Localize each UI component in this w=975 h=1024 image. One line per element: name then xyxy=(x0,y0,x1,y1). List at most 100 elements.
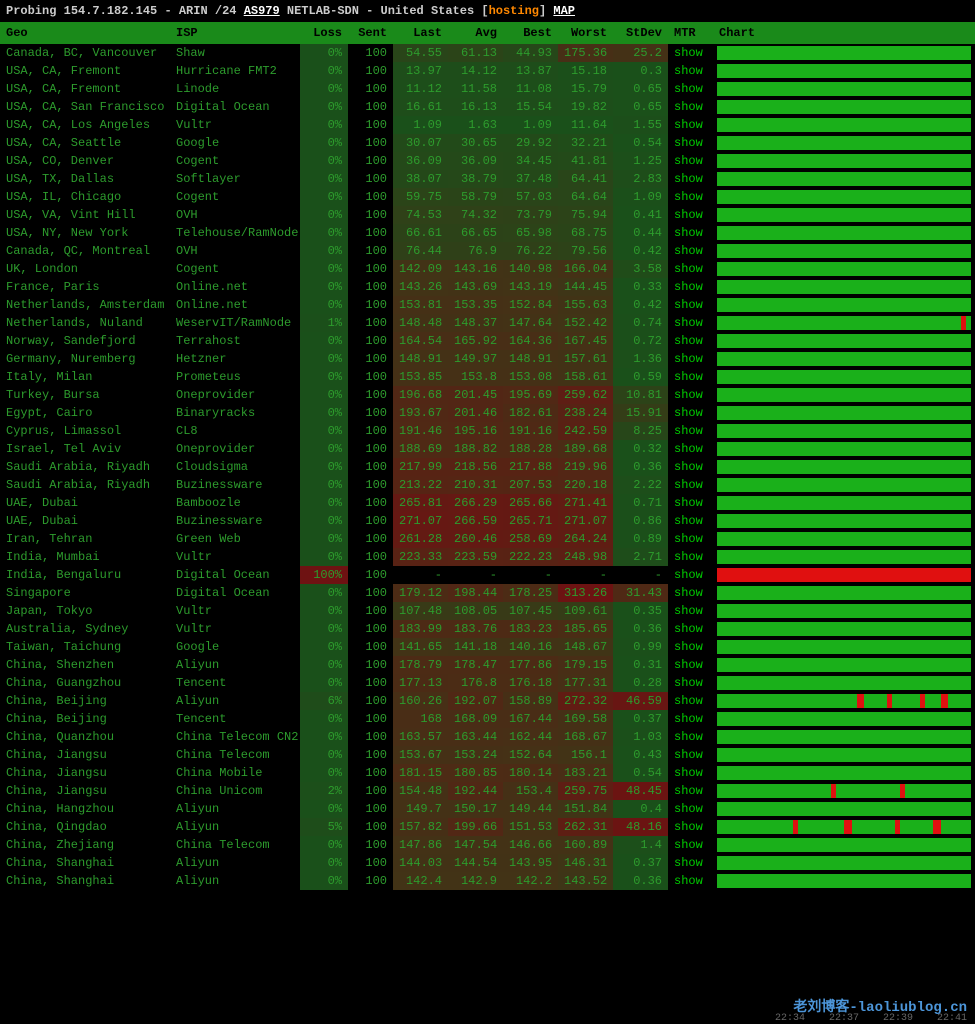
table-row: China, JiangsuChina Telecom0%100153.6715… xyxy=(0,746,975,764)
mtr-show-link[interactable]: show xyxy=(668,674,713,692)
chart-cell xyxy=(713,638,975,656)
table-row: Taiwan, TaichungGoogle0%100141.65141.181… xyxy=(0,638,975,656)
mtr-show-link[interactable]: show xyxy=(668,314,713,332)
mtr-show-link[interactable]: show xyxy=(668,386,713,404)
mtr-show-link[interactable]: show xyxy=(668,836,713,854)
chart-cell xyxy=(713,80,975,98)
col-chart[interactable]: Chart xyxy=(713,22,975,44)
mtr-show-link[interactable]: show xyxy=(668,620,713,638)
mtr-show-link[interactable]: show xyxy=(668,602,713,620)
mtr-show-link[interactable]: show xyxy=(668,422,713,440)
col-avg[interactable]: Avg xyxy=(448,22,503,44)
mtr-show-link[interactable]: show xyxy=(668,80,713,98)
table-row: China, QuanzhouChina Telecom CN20%100163… xyxy=(0,728,975,746)
mtr-show-link[interactable]: show xyxy=(668,134,713,152)
mtr-show-link[interactable]: show xyxy=(668,800,713,818)
chart-cell xyxy=(713,674,975,692)
mtr-show-link[interactable]: show xyxy=(668,404,713,422)
table-row: Turkey, BursaOneprovider0%100196.68201.4… xyxy=(0,386,975,404)
table-row: USA, NY, New YorkTelehouse/RamNode0%1006… xyxy=(0,224,975,242)
probe-ip: 154.7.182.145 xyxy=(64,4,158,18)
table-row: UAE, DubaiBuzinessware0%100271.07266.592… xyxy=(0,512,975,530)
table-row: UAE, DubaiBamboozle0%100265.81266.29265.… xyxy=(0,494,975,512)
chart-cell xyxy=(713,422,975,440)
mtr-show-link[interactable]: show xyxy=(668,98,713,116)
mtr-show-link[interactable]: show xyxy=(668,170,713,188)
mtr-show-link[interactable]: show xyxy=(668,872,713,890)
mtr-show-link[interactable]: show xyxy=(668,566,713,584)
mtr-show-link[interactable]: show xyxy=(668,242,713,260)
col-isp[interactable]: ISP xyxy=(170,22,300,44)
col-worst[interactable]: Worst xyxy=(558,22,613,44)
table-row: China, ShanghaiAliyun0%100142.4142.9142.… xyxy=(0,872,975,890)
mtr-show-link[interactable]: show xyxy=(668,818,713,836)
col-geo[interactable]: Geo xyxy=(0,22,170,44)
col-stdev[interactable]: StDev xyxy=(613,22,668,44)
probe-prefix: Probing xyxy=(6,4,56,18)
mtr-show-link[interactable]: show xyxy=(668,260,713,278)
chart-cell xyxy=(713,458,975,476)
table-row: Italy, MilanPrometeus0%100153.85153.8153… xyxy=(0,368,975,386)
mtr-show-link[interactable]: show xyxy=(668,350,713,368)
chart-cell xyxy=(713,530,975,548)
mtr-show-link[interactable]: show xyxy=(668,440,713,458)
mtr-show-link[interactable]: show xyxy=(668,188,713,206)
table-row: India, BengaluruDigital Ocean100%100----… xyxy=(0,566,975,584)
mtr-show-link[interactable]: show xyxy=(668,782,713,800)
col-best[interactable]: Best xyxy=(503,22,558,44)
chart-cell xyxy=(713,548,975,566)
chart-cell xyxy=(713,260,975,278)
table-row: Australia, SydneyVultr0%100183.99183.761… xyxy=(0,620,975,638)
col-mtr[interactable]: MTR xyxy=(668,22,713,44)
col-last[interactable]: Last xyxy=(393,22,448,44)
mtr-show-link[interactable]: show xyxy=(668,278,713,296)
probe-header: Probing 154.7.182.145 - ARIN /24 AS979 N… xyxy=(0,0,975,22)
mtr-show-link[interactable]: show xyxy=(668,476,713,494)
mtr-show-link[interactable]: show xyxy=(668,458,713,476)
asn-name: NETLAB-SDN xyxy=(287,4,359,18)
mtr-show-link[interactable]: show xyxy=(668,494,713,512)
table-body: Canada, BC, VancouverShaw0%10054.5561.13… xyxy=(0,44,975,890)
mtr-show-link[interactable]: show xyxy=(668,728,713,746)
mtr-show-link[interactable]: show xyxy=(668,116,713,134)
mtr-show-link[interactable]: show xyxy=(668,854,713,872)
table-header-row: GeoISPLossSentLastAvgBestWorstStDevMTRCh… xyxy=(0,22,975,44)
table-row: Israel, Tel AvivOneprovider0%100188.6918… xyxy=(0,440,975,458)
mtr-show-link[interactable]: show xyxy=(668,656,713,674)
mtr-show-link[interactable]: show xyxy=(668,296,713,314)
chart-cell xyxy=(713,224,975,242)
mtr-show-link[interactable]: show xyxy=(668,548,713,566)
table-row: USA, CA, FremontLinode0%10011.1211.5811.… xyxy=(0,80,975,98)
mtr-show-link[interactable]: show xyxy=(668,332,713,350)
mtr-show-link[interactable]: show xyxy=(668,692,713,710)
mtr-show-link[interactable]: show xyxy=(668,638,713,656)
mtr-show-link[interactable]: show xyxy=(668,368,713,386)
chart-cell xyxy=(713,350,975,368)
mtr-show-link[interactable]: show xyxy=(668,710,713,728)
table-row: China, ZhejiangChina Telecom0%100147.861… xyxy=(0,836,975,854)
chart-cell xyxy=(713,440,975,458)
table-row: Canada, QC, MontrealOVH0%10076.4476.976.… xyxy=(0,242,975,260)
mtr-show-link[interactable]: show xyxy=(668,746,713,764)
mtr-show-link[interactable]: show xyxy=(668,530,713,548)
asn-link[interactable]: AS979 xyxy=(244,4,280,18)
table-row: Egypt, CairoBinaryracks0%100193.67201.46… xyxy=(0,404,975,422)
mtr-show-link[interactable]: show xyxy=(668,512,713,530)
watermark: 老刘博客-laoliublog.cn xyxy=(793,996,967,1016)
table-row: USA, CA, San FranciscoDigital Ocean0%100… xyxy=(0,98,975,116)
mtr-show-link[interactable]: show xyxy=(668,152,713,170)
mtr-show-link[interactable]: show xyxy=(668,764,713,782)
mtr-show-link[interactable]: show xyxy=(668,584,713,602)
table-row: Saudi Arabia, RiyadhCloudsigma0%100217.9… xyxy=(0,458,975,476)
chart-cell xyxy=(713,98,975,116)
col-loss[interactable]: Loss xyxy=(300,22,348,44)
table-row: USA, CA, FremontHurricane FMT20%10013.97… xyxy=(0,62,975,80)
probe-country: United States xyxy=(381,4,475,18)
mtr-show-link[interactable]: show xyxy=(668,206,713,224)
mtr-show-link[interactable]: show xyxy=(668,224,713,242)
map-link[interactable]: MAP xyxy=(553,4,575,18)
mtr-show-link[interactable]: show xyxy=(668,44,713,62)
col-sent[interactable]: Sent xyxy=(348,22,393,44)
mtr-show-link[interactable]: show xyxy=(668,62,713,80)
chart-cell xyxy=(713,836,975,854)
